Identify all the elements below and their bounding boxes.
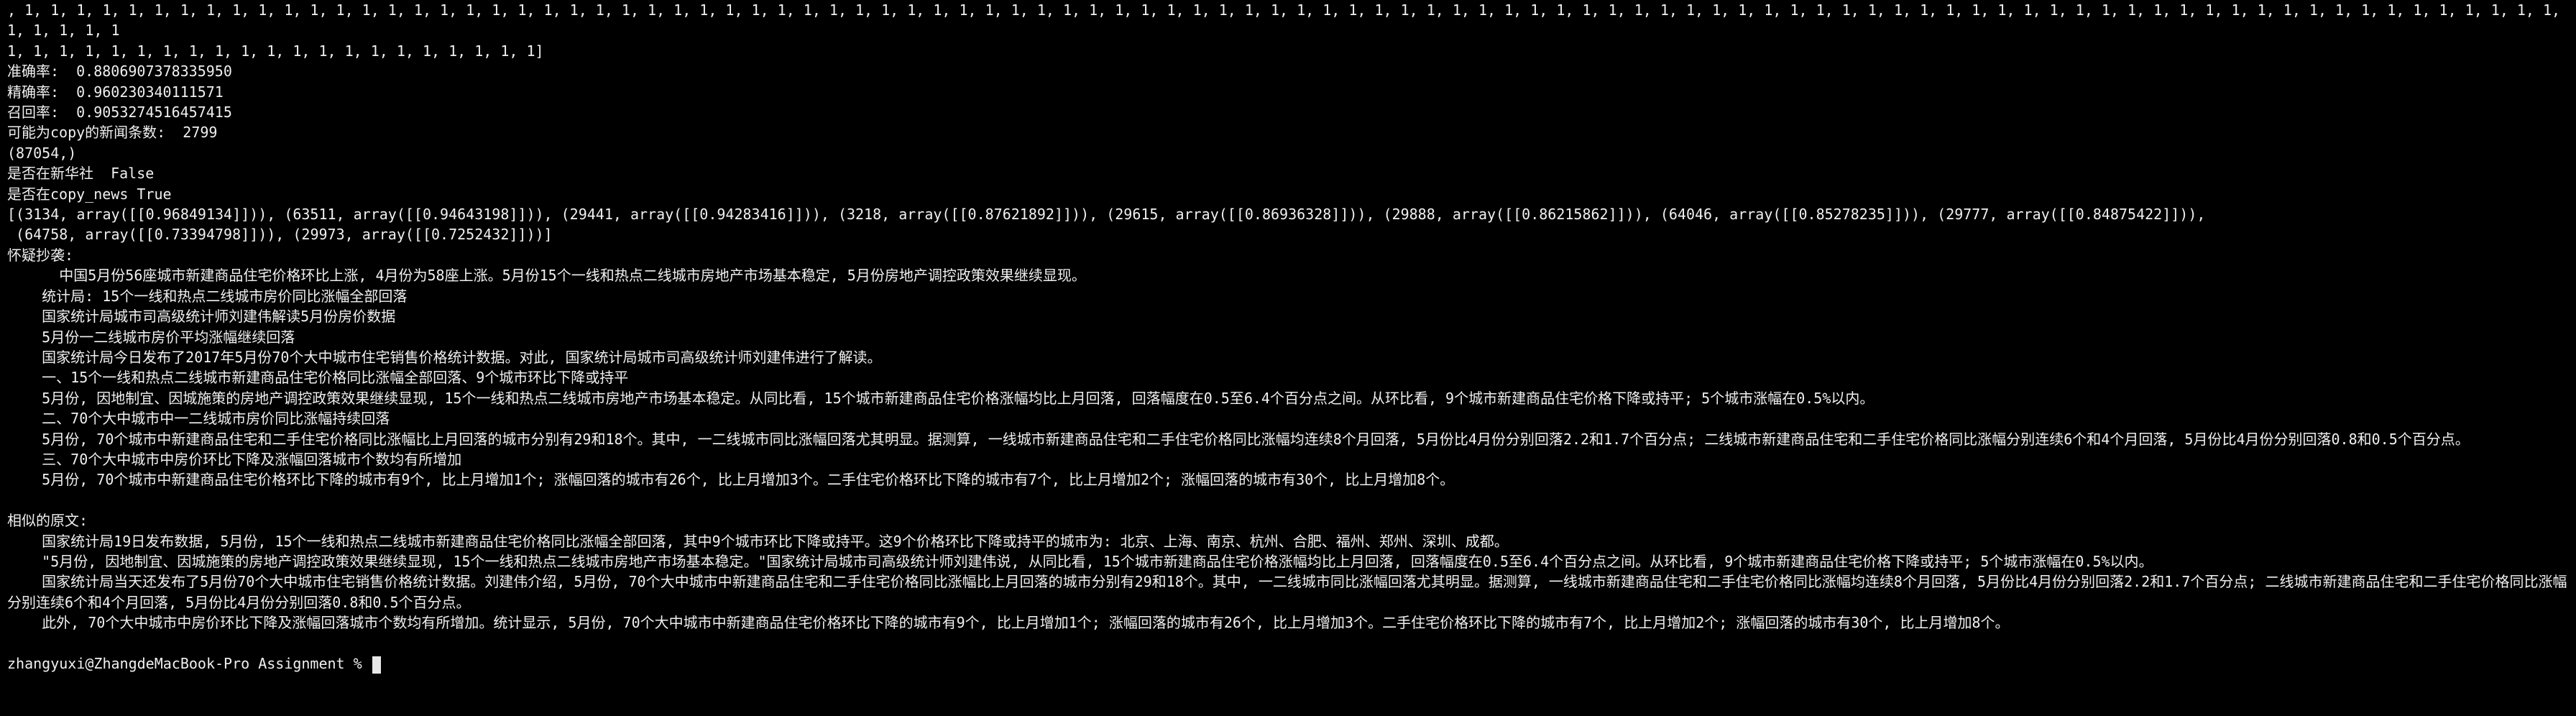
suspected-text-line: 5月份, 70个城市中新建商品住宅和二手住宅价格同比涨幅比上月回落的城市分别有2… [7,430,2470,448]
original-text-line: 国家统计局19日发布数据, 5月份, 15个一线和热点二线城市新建商品住宅价格同… [7,532,1509,550]
xinhua-check-line: 是否在新华社 False [7,165,155,183]
suspected-text-line: 5月份, 因地制宜、因城施策的房地产调控政策效果继续显现, 15个一线和热点二线… [7,389,1874,407]
suspected-text-line: 三、70个大中城市中房价环比下降及涨幅回落城市个数均有所增加 [7,450,462,468]
similar-original-heading: 相似的原文: [7,512,88,530]
suspected-text-line: 国家统计局城市司高级统计师刘建伟解读5月份房价数据 [7,308,396,326]
shell-prompt-line[interactable]: zhangyuxi@ZhangdeMacBook-Pro Assignment … [7,653,2569,674]
suspected-text-line: 国家统计局今日发布了2017年5月份70个大中城市住宅销售价格统计数据。对此, … [7,348,882,366]
precision-line: 精确率: 0.960230340111571 [7,83,224,101]
suspected-text-line: 5月份, 70个城市中新建商品住宅价格环比下降的城市有9个, 比上月增加1个; … [7,471,1455,489]
original-text-line: 国家统计局当天还发布了5月份70个大中城市住宅销售价格统计数据。刘建伟介绍, 5… [7,573,2567,611]
suspected-text-line: 二、70个大中城市中一二线城市房价同比涨幅持续回落 [7,410,390,428]
copy-news-check-line: 是否在copy_news True [7,185,172,203]
original-text-line: "5月份, 因地制宜、因城施策的房地产调控政策效果继续显现, 15个一线和热点二… [7,552,2153,570]
output-line: , 1, 1, 1, 1, 1, 1, 1, 1, 1, 1, 1, 1, 1,… [7,1,2570,40]
output-line: 1, 1, 1, 1, 1, 1, 1, 1, 1, 1, 1, 1, 1, 1… [7,42,544,60]
text-cursor[interactable] [372,656,381,674]
accuracy-line: 准确率: 0.8806907378335950 [7,63,232,81]
similarity-list-line: (64758, array([[0.73394798]])), (29973, … [7,226,553,244]
shell-prompt: zhangyuxi@ZhangdeMacBook-Pro Assignment … [7,655,371,672]
original-text-line: 此外, 70个大中城市中房价环比下降及涨幅回落城市个数均有所增加。统计显示, 5… [7,614,2010,632]
recall-line: 召回率: 0.9053274516457415 [7,104,232,121]
suspected-text-line: 5月份一二线城市房价平均涨幅继续回落 [7,328,295,346]
suspected-copy-heading: 怀疑抄袭: [7,246,74,264]
suspected-text-line: 中国5月份56座城市新建商品住宅价格环比上涨, 4月份为58座上涨。5月份15个… [7,267,1086,285]
shape-line: (87054,) [7,144,77,162]
terminal-window[interactable]: , 1, 1, 1, 1, 1, 1, 1, 1, 1, 1, 1, 1, 1,… [0,0,2576,716]
copy-count-line: 可能为copy的新闻条数: 2799 [7,124,218,142]
suspected-text-line: 统计局: 15个一线和热点二线城市房价同比涨幅全部回落 [7,287,408,305]
similarity-list-line: [(3134, array([[0.96849134]])), (63511, … [7,206,2206,224]
suspected-text-line: 一、15个一线和热点二线城市新建商品住宅价格同比涨幅全部回落、9个城市环比下降或… [7,369,629,387]
